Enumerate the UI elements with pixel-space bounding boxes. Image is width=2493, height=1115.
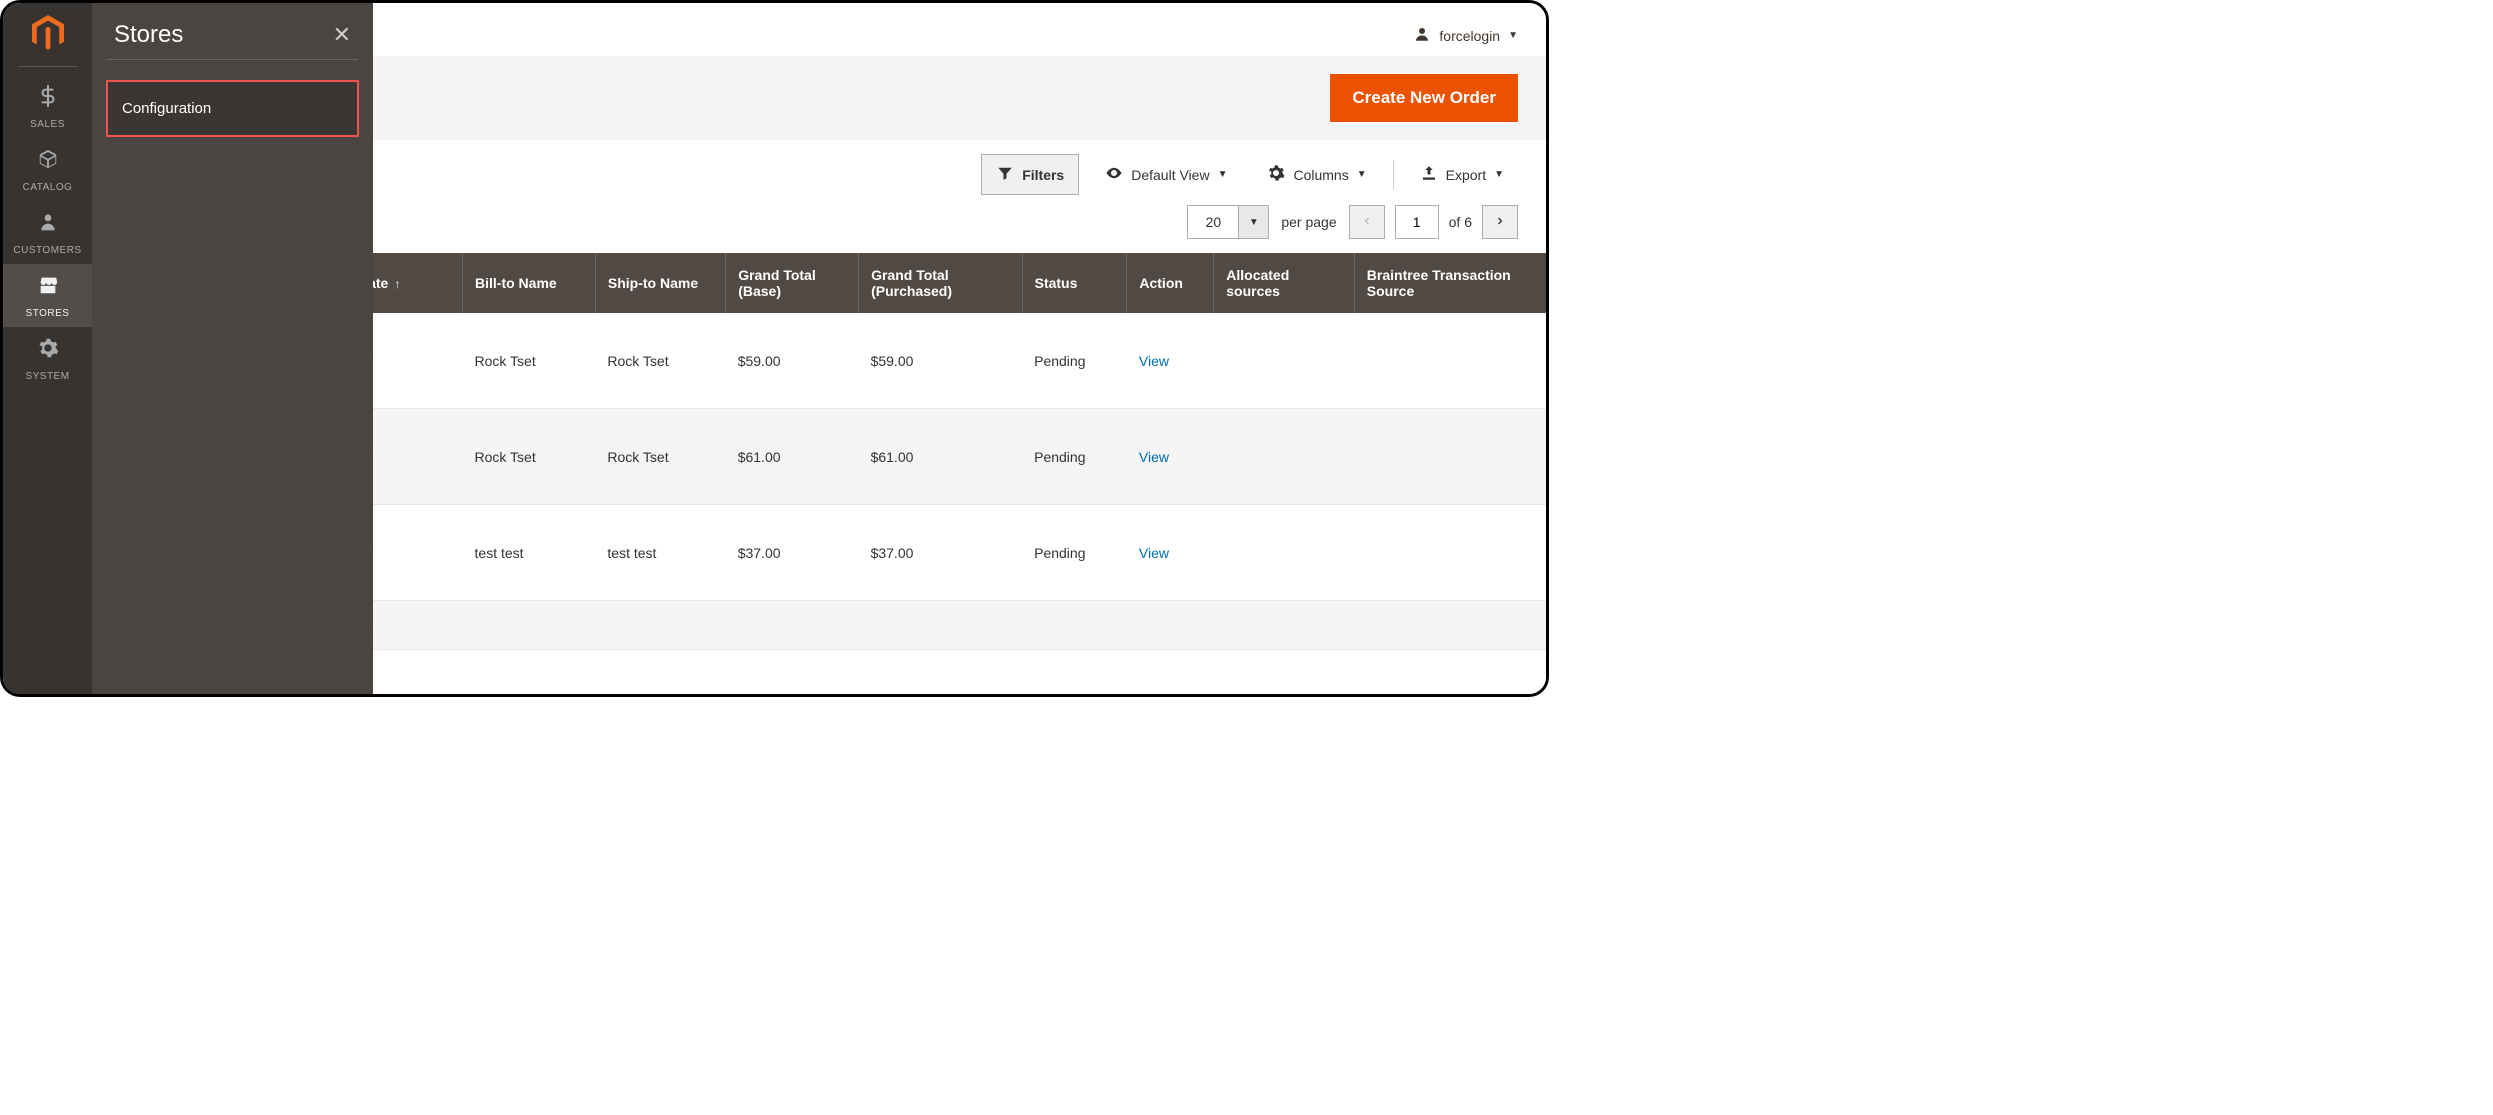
table-cell-bts (1354, 505, 1546, 601)
table-cell-bill: test test (463, 505, 596, 601)
table-cell-alloc (1214, 313, 1355, 409)
nav-label: SYSTEM (25, 371, 69, 382)
table-cell-purch: $37.00 (859, 505, 1023, 601)
column-header[interactable]: Allocated sources (1214, 253, 1355, 313)
nav-label: CATALOG (23, 182, 73, 193)
table-cell-status: Pending (1022, 505, 1127, 601)
page-size-value[interactable]: 20 (1187, 205, 1239, 239)
table-cell-action (1127, 601, 1214, 650)
nav-label: SALES (30, 119, 65, 130)
table-cell-action: View (1127, 505, 1214, 601)
table-cell-purch (859, 601, 1023, 650)
column-header[interactable]: Action (1127, 253, 1214, 313)
table-cell-base: $61.00 (726, 409, 859, 505)
chevron-right-icon (1494, 214, 1506, 230)
column-header[interactable]: Grand Total (Purchased) (859, 253, 1023, 313)
nav-item-customers[interactable]: CUSTOMERS (3, 201, 92, 264)
columns-label: Columns (1293, 167, 1348, 183)
column-header[interactable]: Grand Total (Base) (726, 253, 859, 313)
table-cell-alloc (1214, 505, 1355, 601)
column-header[interactable]: Bill-to Name (463, 253, 596, 313)
nav-divider (18, 66, 78, 67)
cube-icon (3, 148, 92, 173)
table-cell-status: Pending (1022, 313, 1127, 409)
page-total: of 6 (1449, 214, 1472, 230)
chevron-down-icon: ▼ (1218, 169, 1228, 180)
table-cell-ship: Rock Tset (595, 313, 725, 409)
table-cell-bts (1354, 313, 1546, 409)
export-button[interactable]: Export ▼ (1406, 155, 1518, 194)
prev-page-button[interactable] (1349, 205, 1385, 239)
filter-icon (996, 164, 1014, 185)
column-header[interactable]: Braintree Transaction Source (1354, 253, 1546, 313)
export-label: Export (1446, 167, 1486, 183)
user-name: forcelogin (1439, 28, 1500, 44)
view-link[interactable]: View (1139, 545, 1169, 561)
table-cell-ship: test test (595, 505, 725, 601)
export-icon (1420, 164, 1438, 185)
user-icon (1413, 25, 1431, 46)
table-cell-alloc (1214, 409, 1355, 505)
per-page-label: per page (1281, 214, 1336, 230)
nav-item-system[interactable]: SYSTEM (3, 327, 92, 390)
separator (1393, 160, 1394, 190)
chevron-down-icon: ▼ (1494, 169, 1504, 180)
table-cell-bts (1354, 409, 1546, 505)
column-header[interactable]: Ship-to Name (595, 253, 725, 313)
table-cell-base: $59.00 (726, 313, 859, 409)
default-view-button[interactable]: Default View ▼ (1091, 155, 1241, 194)
eye-icon (1105, 164, 1123, 185)
table-cell-status: Pending (1022, 409, 1127, 505)
store-icon (3, 274, 92, 299)
nav-label: STORES (26, 308, 70, 319)
chevron-left-icon (1361, 214, 1373, 230)
page-input[interactable] (1395, 205, 1439, 239)
close-icon[interactable]: ✕ (333, 22, 351, 48)
nav-item-sales[interactable]: SALES (3, 75, 92, 138)
flyout-title: Stores (114, 21, 183, 49)
person-icon (3, 211, 92, 236)
stores-flyout: Stores ✕ Configuration (92, 3, 373, 694)
view-link[interactable]: View (1139, 353, 1169, 369)
page-size-dropdown[interactable]: ▼ (1239, 205, 1269, 239)
chevron-down-icon: ▼ (1249, 217, 1259, 228)
table-cell-ship: Rock Tset (595, 409, 725, 505)
nav-label: CUSTOMERS (13, 245, 81, 256)
table-cell-bill: Rock Tset (463, 313, 596, 409)
default-view-label: Default View (1131, 167, 1209, 183)
table-cell-action: View (1127, 313, 1214, 409)
table-cell-base (726, 601, 859, 650)
table-cell-bill: Rock Tset (463, 409, 596, 505)
table-cell-ship (595, 601, 725, 650)
chevron-down-icon: ▼ (1508, 30, 1518, 41)
user-menu[interactable]: forcelogin ▼ (1413, 25, 1518, 46)
table-cell-alloc (1214, 601, 1355, 650)
table-cell-status (1022, 601, 1127, 650)
table-cell-bts (1354, 601, 1546, 650)
column-header[interactable]: Status (1022, 253, 1127, 313)
filters-button[interactable]: Filters (981, 154, 1079, 195)
gear-icon (3, 337, 92, 362)
dollar-icon (3, 85, 92, 110)
table-cell-bill (463, 601, 596, 650)
next-page-button[interactable] (1482, 205, 1518, 239)
table-cell-purch: $61.00 (859, 409, 1023, 505)
view-link[interactable]: View (1139, 449, 1169, 465)
columns-button[interactable]: Columns ▼ (1253, 155, 1380, 194)
flyout-divider (107, 59, 358, 60)
nav-item-catalog[interactable]: CATALOG (3, 138, 92, 201)
filters-label: Filters (1022, 167, 1064, 183)
flyout-item-configuration[interactable]: Configuration (106, 80, 359, 137)
table-cell-action: View (1127, 409, 1214, 505)
sort-asc-icon: ↑ (394, 277, 400, 291)
table-cell-purch: $59.00 (859, 313, 1023, 409)
magento-logo[interactable] (28, 13, 68, 56)
gear-icon (1267, 164, 1285, 185)
admin-nav: SALES CATALOG CUSTOMERS STORES SYSTEM (3, 3, 92, 694)
create-order-button[interactable]: Create New Order (1330, 74, 1518, 122)
table-cell-base: $37.00 (726, 505, 859, 601)
chevron-down-icon: ▼ (1357, 169, 1367, 180)
nav-item-stores[interactable]: STORES (3, 264, 92, 327)
